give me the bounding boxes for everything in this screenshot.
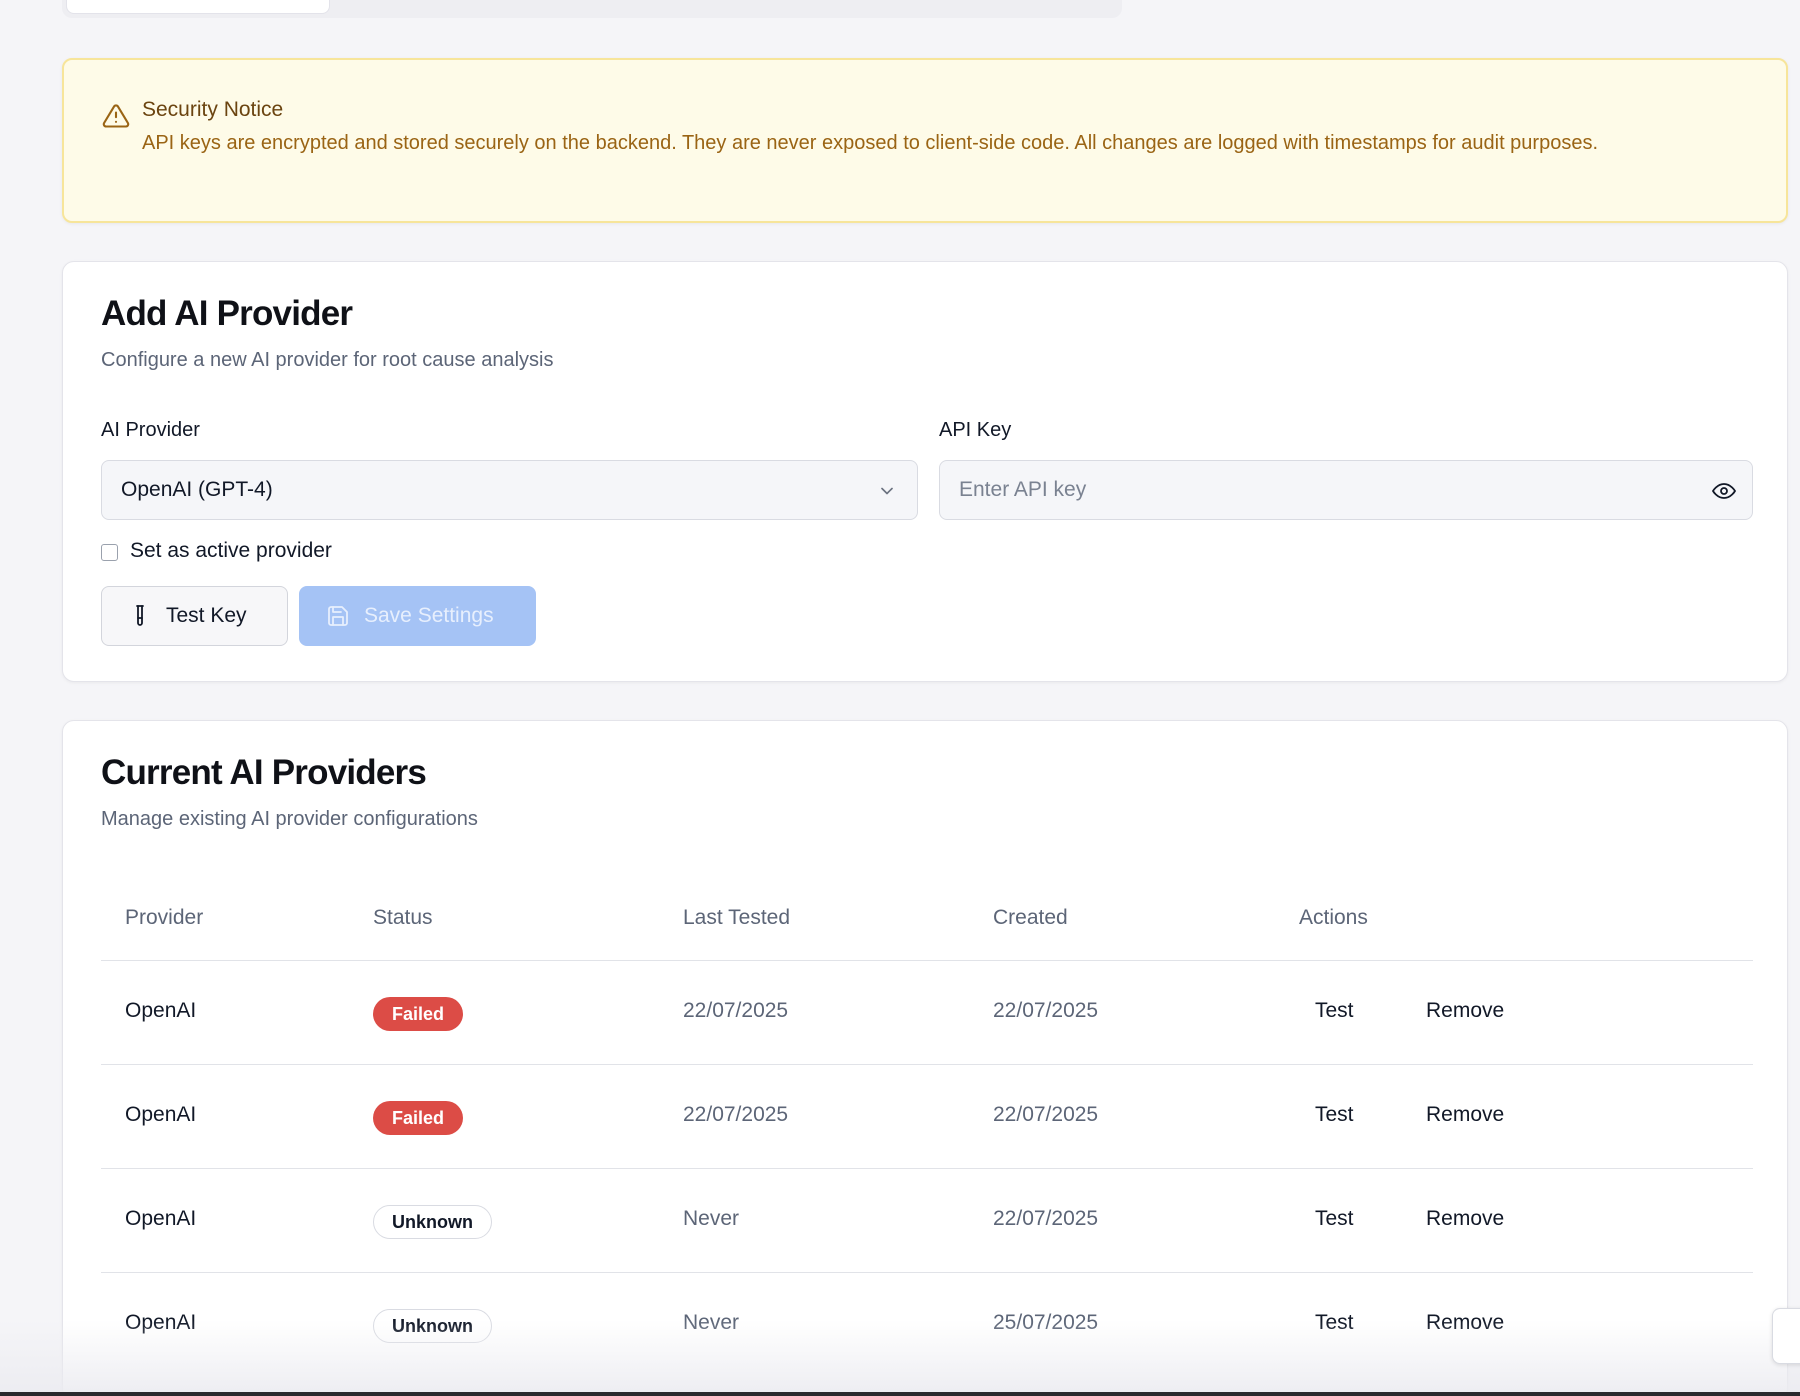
test-key-label: Test Key [166,604,247,627]
column-header-status: Status [373,906,433,929]
save-settings-button[interactable]: Save Settings [299,586,536,646]
provider-label: AI Provider [101,419,200,441]
add-provider-card: Add AI Provider Configure a new AI provi… [62,261,1788,682]
security-notice: Security Notice API keys are encrypted a… [62,58,1788,223]
notice-title: Security Notice [142,98,284,121]
column-header-last-tested: Last Tested [683,906,791,929]
status-badge: Failed [373,997,463,1031]
provider-select[interactable]: OpenAI (GPT-4) [101,460,918,520]
bottom-fade [0,1320,1800,1396]
table-row: OpenAI Failed 22/07/2025 22/07/2025 Test… [101,1065,1753,1169]
provider-select-value: OpenAI (GPT-4) [121,478,273,501]
api-key-label: API Key [939,419,1012,441]
provider-name: OpenAI [125,999,197,1022]
save-icon [328,606,348,626]
chevron-down-icon [881,487,893,495]
tab-active[interactable] [66,0,330,14]
api-key-input[interactable] [959,478,1679,502]
test-provider-button[interactable]: Test [1315,999,1354,1023]
remove-provider-button[interactable]: Remove [1426,999,1504,1023]
current-providers-card: Current AI Providers Manage existing AI … [62,720,1788,1396]
provider-name: OpenAI [125,1207,197,1230]
table-row: OpenAI Unknown Never 22/07/2025 Test Rem… [101,1169,1753,1273]
provider-name: OpenAI [125,1103,197,1126]
api-key-field[interactable] [939,460,1753,520]
settings-tab-strip [62,0,1122,18]
eye-icon[interactable] [1712,479,1736,503]
floating-action-button[interactable] [1772,1308,1800,1364]
created-date: 22/07/2025 [993,1207,1099,1230]
current-providers-title: Current AI Providers [101,753,427,792]
table-row: OpenAI Failed 22/07/2025 22/07/2025 Test… [101,961,1753,1065]
test-provider-button[interactable]: Test [1315,1207,1354,1231]
last-tested-date: 22/07/2025 [683,999,789,1022]
add-provider-subtitle: Configure a new AI provider for root cau… [101,349,554,371]
warning-triangle-icon [102,104,130,128]
add-provider-title: Add AI Provider [101,294,353,333]
remove-provider-button[interactable]: Remove [1426,1207,1504,1231]
current-providers-subtitle: Manage existing AI provider configuratio… [101,808,478,830]
save-settings-label: Save Settings [364,604,494,627]
remove-provider-button[interactable]: Remove [1426,1103,1504,1127]
column-header-actions: Actions [1299,906,1368,929]
active-provider-checkbox[interactable] [101,544,118,561]
status-badge: Unknown [373,1205,492,1239]
last-tested-date: 22/07/2025 [683,1103,789,1126]
notice-body: API keys are encrypted and stored secure… [142,132,1599,154]
window-bottom-edge [0,1392,1800,1396]
created-date: 22/07/2025 [993,999,1099,1022]
status-badge: Failed [373,1101,463,1135]
column-header-provider: Provider [125,906,204,929]
test-key-button[interactable]: Test Key [101,586,288,646]
last-tested-date: Never [683,1207,740,1230]
table-header: Provider Status Last Tested Created Acti… [101,889,1753,961]
test-tube-icon [136,605,144,626]
column-header-created: Created [993,906,1068,929]
created-date: 22/07/2025 [993,1103,1099,1126]
test-provider-button[interactable]: Test [1315,1103,1354,1127]
active-provider-label: Set as active provider [130,539,332,562]
